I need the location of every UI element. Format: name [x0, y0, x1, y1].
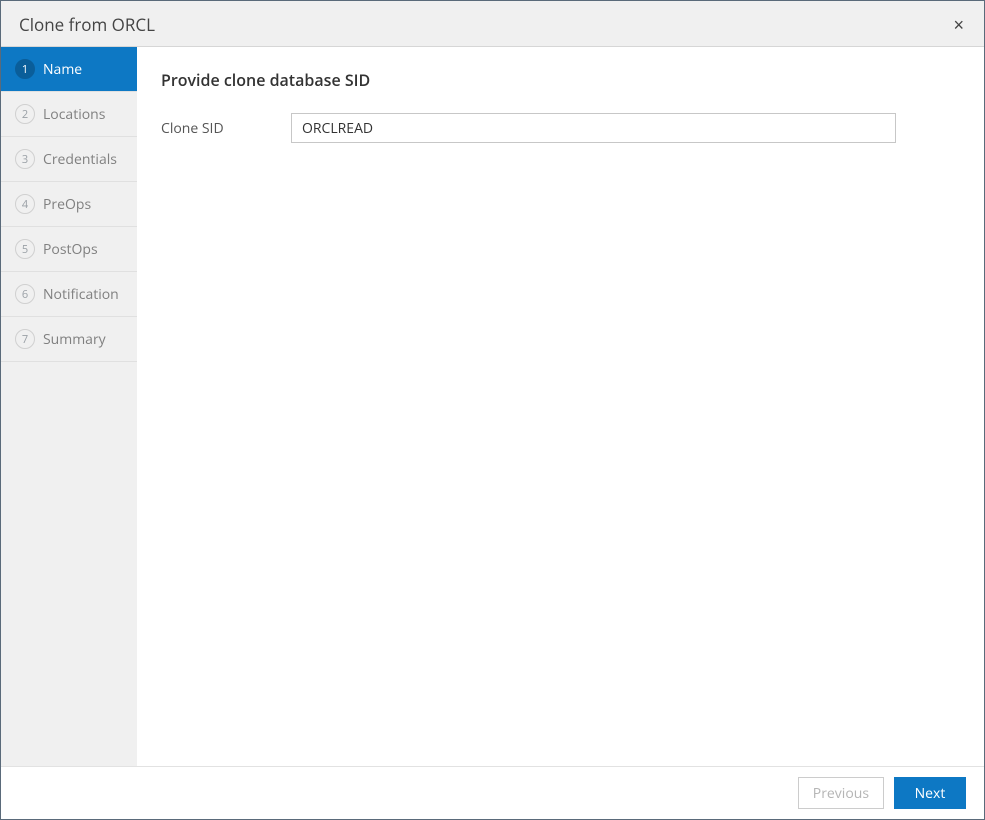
sidebar-item-label: Credentials — [43, 150, 117, 169]
sidebar-item-summary[interactable]: 7 Summary — [1, 317, 137, 362]
sidebar-item-label: Name — [43, 60, 82, 79]
clone-sid-row: Clone SID — [161, 113, 960, 143]
clone-sid-label: Clone SID — [161, 119, 291, 138]
step-number-badge: 4 — [15, 194, 35, 214]
step-number-badge: 7 — [15, 329, 35, 349]
step-number-badge: 2 — [15, 104, 35, 124]
sidebar-item-label: Summary — [43, 330, 106, 349]
step-number-badge: 3 — [15, 149, 35, 169]
wizard-sidebar: 1 Name 2 Locations 3 Credentials 4 PreOp… — [1, 47, 137, 766]
step-number-badge: 5 — [15, 239, 35, 259]
close-button[interactable]: × — [949, 16, 968, 34]
sidebar-item-locations[interactable]: 2 Locations — [1, 92, 137, 137]
next-button[interactable]: Next — [894, 777, 966, 809]
dialog-footer: Previous Next — [1, 766, 984, 819]
sidebar-item-preops[interactable]: 4 PreOps — [1, 182, 137, 227]
sidebar-item-label: PreOps — [43, 195, 91, 214]
dialog-body: 1 Name 2 Locations 3 Credentials 4 PreOp… — [1, 47, 984, 766]
dialog-header: Clone from ORCL × — [1, 1, 984, 47]
previous-button[interactable]: Previous — [798, 777, 884, 809]
sidebar-item-label: Locations — [43, 105, 105, 124]
content-heading: Provide clone database SID — [161, 69, 960, 91]
clone-dialog: Clone from ORCL × 1 Name 2 Locations 3 C… — [0, 0, 985, 820]
sidebar-item-label: Notification — [43, 285, 119, 304]
sidebar-item-credentials[interactable]: 3 Credentials — [1, 137, 137, 182]
sidebar-item-label: PostOps — [43, 240, 98, 259]
step-number-badge: 1 — [15, 59, 35, 79]
clone-sid-input[interactable] — [291, 113, 896, 143]
sidebar-item-name[interactable]: 1 Name — [1, 47, 137, 92]
sidebar-item-notification[interactable]: 6 Notification — [1, 272, 137, 317]
sidebar-item-postops[interactable]: 5 PostOps — [1, 227, 137, 272]
step-number-badge: 6 — [15, 284, 35, 304]
dialog-title: Clone from ORCL — [19, 13, 155, 36]
wizard-content: Provide clone database SID Clone SID — [137, 47, 984, 766]
